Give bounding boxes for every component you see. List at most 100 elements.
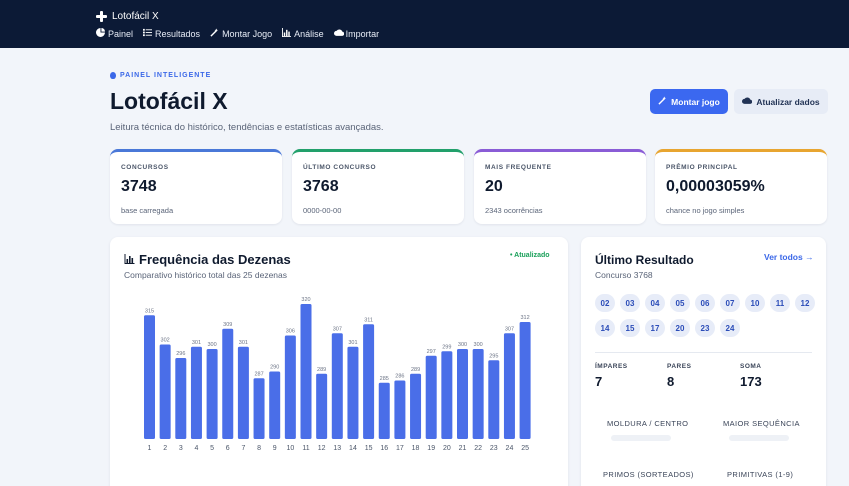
bar-1[interactable] [144,315,155,439]
last-result-panel: Último Resultado Concurso 3768 Ver todos… [581,237,826,486]
moldura-placeholder [611,435,671,441]
bar-value-label: 289 [411,367,420,373]
brand-title: Lotofácil X [112,11,159,22]
x-tick-label: 18 [412,445,420,452]
see-all-link[interactable]: Ver todos → [764,252,814,262]
soma-label: SOMA [740,363,762,370]
x-tick-label: 4 [194,445,198,452]
x-tick-label: 22 [474,445,482,452]
bar-value-label: 307 [505,326,514,332]
nav-item-painel[interactable]: Painel [96,28,133,39]
cloud-upload-icon [742,96,753,107]
bar-value-label: 300 [474,342,483,348]
bar-value-label: 315 [145,308,154,314]
bar-9[interactable] [269,371,281,440]
number-ball: 23 [695,319,715,337]
x-tick-label: 6 [226,445,230,452]
drop-icon [110,72,116,79]
bar-value-label: 286 [395,374,404,380]
number-ball: 15 [620,319,640,337]
bar-13[interactable] [331,333,343,439]
bar-value-label: 285 [380,376,389,382]
x-tick-label: 25 [521,445,529,452]
bar-14[interactable] [347,346,359,439]
number-ball: 12 [795,294,815,312]
frequency-bar-chart: 315 1 302 2 296 3 301 4 300 5 309 6 301 7 287 8 290 9 306 1… [144,297,531,452]
bar-20[interactable] [441,351,453,439]
x-tick-label: 2 [163,445,167,452]
bar-5[interactable] [206,349,218,439]
bar-value-label: 290 [270,365,279,371]
bar-value-label: 300 [208,342,217,348]
bar-18[interactable] [410,373,422,439]
nav-label: Montar Jogo [222,28,273,39]
bar-4[interactable] [190,346,202,439]
number-ball: 05 [670,294,690,312]
pares-label: PARES [667,363,692,370]
number-ball: 11 [770,294,790,312]
x-tick-label: 12 [318,445,326,452]
page-subtitle: Leitura técnica do histórico, tendências… [110,122,384,133]
stat-value: 20 [485,178,503,195]
bar-value-label: 297 [427,349,436,355]
see-all-label: Ver todos [764,252,803,262]
stat-label: CONCURSOS [121,164,169,171]
bar-15[interactable] [363,324,375,439]
x-tick-label: 19 [427,445,435,452]
plus-logo-icon [96,11,107,22]
bar-value-label: 287 [254,371,263,377]
x-tick-label: 17 [396,445,404,452]
stat-sub: 0000-00-00 [303,206,342,215]
drawn-numbers: 02 03 04 05 06 07 10 11 12 14 15 17 20 23 24 [595,294,815,337]
magic-wand-icon [658,96,667,107]
bar-7[interactable] [237,346,249,439]
atualizar-dados-button[interactable]: Atualizar dados [734,89,828,114]
bar-chart-icon [282,28,292,39]
primos-label: PRIMOS (SORTEADOS) [603,470,694,479]
bar-17[interactable] [394,380,406,440]
bar-value-label: 311 [364,317,373,323]
stat-sub: chance no jogo simples [666,206,745,215]
bar-16[interactable] [378,382,390,439]
x-tick-label: 9 [273,445,277,452]
soma-value: 173 [740,374,762,389]
nav-item-resultados[interactable]: Resultados [143,28,200,39]
pie-chart-icon [96,28,105,39]
last-result-title: Último Resultado [595,253,694,267]
bar-21[interactable] [457,349,468,439]
nav-item-analise[interactable]: Análise [282,28,324,39]
brand[interactable]: Lotofácil X [96,11,159,22]
bar-8[interactable] [253,378,265,439]
bar-12[interactable] [316,373,328,439]
number-ball: 02 [595,294,615,312]
montar-jogo-button[interactable]: Montar jogo [650,89,728,114]
arrow-right-icon: → [805,252,814,262]
bar-11[interactable] [300,304,312,439]
x-tick-label: 15 [365,445,373,452]
stat-sub: base carregada [121,206,174,215]
bar-value-label: 301 [348,340,357,346]
main-nav: Painel Resultados Montar Jogo Análise Im… [96,28,379,39]
bar-23[interactable] [488,360,500,439]
bar-3[interactable] [175,358,187,439]
nav-item-montar-jogo[interactable]: Montar Jogo [210,28,272,39]
nav-item-importar[interactable]: Importar [333,28,379,39]
bar-22[interactable] [472,349,484,439]
last-result-contest: Concurso 3768 [595,270,653,280]
bar-2[interactable] [159,344,171,440]
stat-sub: 2343 ocorrências [485,206,543,215]
bar-19[interactable] [425,355,437,439]
x-tick-label: 14 [349,445,357,452]
bar-value-label: 299 [442,344,451,350]
button-label: Atualizar dados [756,96,820,107]
bar-25[interactable] [519,322,531,439]
number-ball: 04 [645,294,665,312]
bar-24[interactable] [503,333,515,439]
number-ball: 07 [720,294,740,312]
number-ball: 06 [695,294,715,312]
number-ball: 20 [670,319,690,337]
number-ball: 03 [620,294,640,312]
bar-6[interactable] [222,328,234,439]
x-tick-label: 21 [459,445,467,452]
bar-10[interactable] [284,335,296,440]
